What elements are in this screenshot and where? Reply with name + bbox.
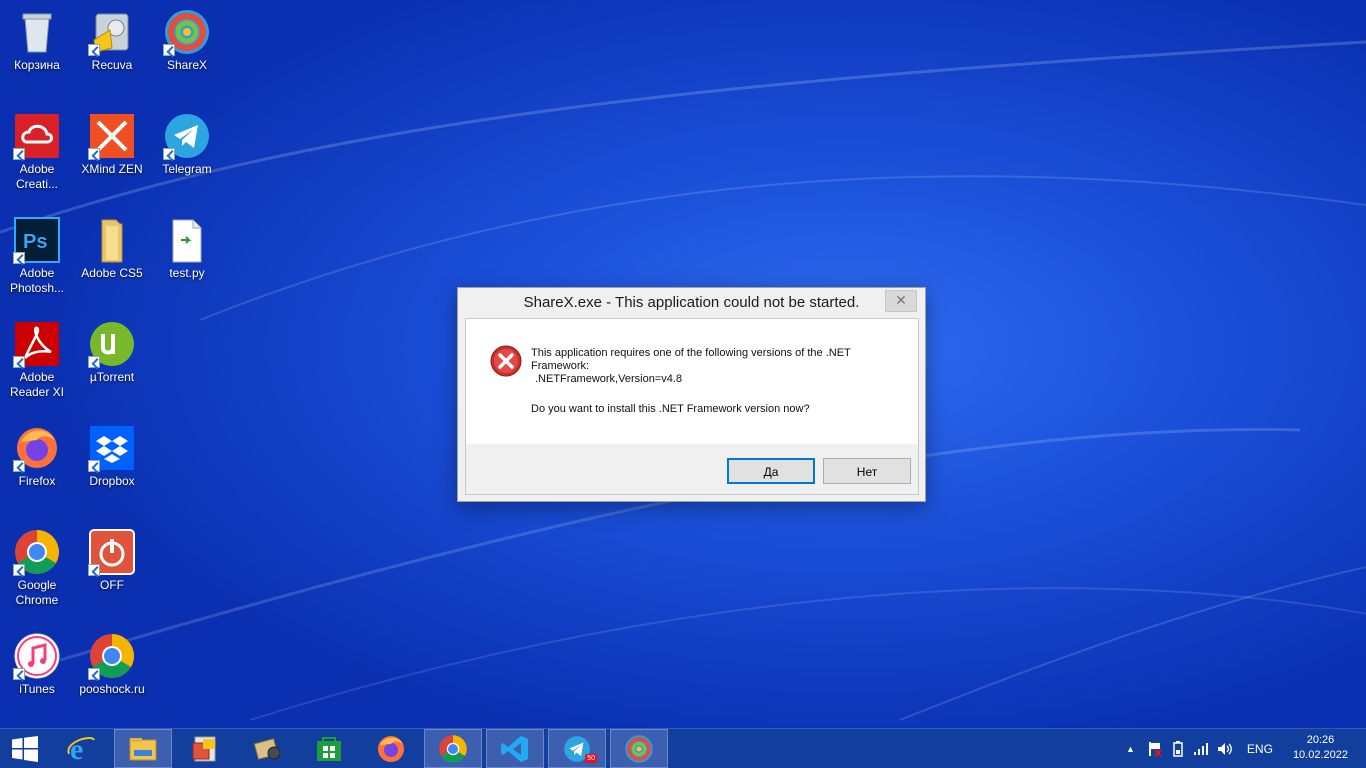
desktop-icon-label: Adobe Reader XI [9, 370, 65, 399]
internet-explorer-icon: e [67, 734, 95, 764]
dropbox-icon [88, 424, 136, 472]
desktop-icon-label: Dropbox [89, 474, 135, 488]
desktop-icon-label: Google Chrome [15, 578, 59, 607]
chrome-icon [439, 734, 467, 763]
network-flag-icon[interactable] [1147, 741, 1163, 757]
firefox-icon [378, 735, 404, 762]
desktop-icon-utorrent[interactable]: µTorrent [75, 320, 149, 385]
adobe-reader-icon [13, 320, 61, 368]
clock-time: 20:26 [1306, 734, 1335, 746]
photoshop-icon: Ps [13, 216, 61, 264]
framework-version: .NETFramework,Version=v4.8 [535, 373, 683, 385]
taskbar-file-explorer[interactable] [114, 729, 172, 768]
error-dialog: ShareX.exe - This application could not … [457, 287, 926, 502]
unread-badge: 50 [585, 754, 597, 763]
film-icon [253, 737, 281, 760]
desktop-icon-label: Корзина [14, 58, 60, 72]
desktop-icon-label: OFF [100, 578, 124, 592]
desktop-icon-adobe-creative-cloud[interactable]: Adobe Creati... [0, 112, 74, 192]
desktop-icon-label: Firefox [18, 474, 56, 488]
sharex-icon [625, 734, 653, 763]
desktop-icon-telegram[interactable]: Telegram [150, 112, 224, 177]
taskbar-firefox[interactable] [362, 729, 420, 768]
taskbar-store[interactable] [300, 729, 358, 768]
dialog-message-area: This application requires one of the fol… [466, 319, 918, 444]
desktop-icon-pooshock[interactable]: pooshock.ru [75, 632, 149, 697]
telegram-icon [163, 112, 211, 160]
dialog-frame: This application requires one of the fol… [465, 318, 919, 495]
sharex-icon [163, 8, 211, 56]
desktop-icon-label: Recuva [91, 58, 133, 72]
battery-icon[interactable] [1171, 740, 1185, 757]
desktop-icon-dropbox[interactable]: Dropbox [75, 424, 149, 489]
taskbar-sharex[interactable] [610, 729, 668, 768]
yes-button[interactable]: Да [727, 458, 815, 484]
desktop-icon-recuva[interactable]: Recuva [75, 8, 149, 73]
clock-date: 10.02.2022 [1292, 749, 1348, 761]
desktop-icon-xmind[interactable]: XMind ZEN [75, 112, 149, 177]
signal-icon[interactable] [1193, 742, 1209, 756]
desktop-icon-itunes[interactable]: iTunes [0, 632, 74, 697]
install-question: Do you want to install this .NET Framewo… [531, 403, 810, 415]
itunes-icon [13, 632, 61, 680]
taskbar: e 50 ▲ ENG 20:26 10.02.2022 [0, 728, 1366, 768]
error-icon [490, 345, 522, 377]
desktop-icon-label: test.py [169, 266, 205, 280]
desktop-icon-label: µTorrent [89, 370, 135, 384]
desktop-icon-label: Adobe Photosh... [9, 266, 65, 295]
taskbar-app-3[interactable] [176, 729, 234, 768]
desktop-icon-label: Adobe Creati... [15, 162, 58, 191]
chrome-icon [13, 528, 61, 576]
adobe-creative-cloud-icon [13, 112, 61, 160]
svg-text:Ps: Ps [23, 231, 47, 253]
chrome-icon [88, 632, 136, 680]
desktop-icon-label: ShareX [166, 58, 208, 72]
start-button[interactable] [0, 729, 50, 768]
volume-icon[interactable] [1217, 742, 1233, 756]
taskbar-chrome[interactable] [424, 729, 482, 768]
message-text: This application requires one of the fol… [531, 347, 851, 372]
python-file-icon [163, 216, 211, 264]
file-explorer-icon [129, 737, 157, 760]
desktop-icon-sharex[interactable]: ShareX [150, 8, 224, 73]
desktop-icon-off[interactable]: OFF [75, 528, 149, 593]
desktop-icon-adobe-reader[interactable]: Adobe Reader XI [0, 320, 74, 400]
xmind-icon [88, 112, 136, 160]
taskbar-telegram[interactable]: 50 [548, 729, 606, 768]
utorrent-icon [88, 320, 136, 368]
taskbar-ie[interactable]: e [52, 729, 110, 768]
clock[interactable]: 20:26 10.02.2022 [1293, 733, 1348, 763]
vscode-icon [501, 735, 528, 762]
dialog-message: This application requires one of the fol… [531, 347, 901, 416]
recuva-icon [88, 8, 136, 56]
desktop-icon-adobe-photoshop[interactable]: Ps Adobe Photosh... [0, 216, 74, 296]
taskbar-media-app[interactable] [238, 729, 296, 768]
desktop-icon-recycle-bin[interactable]: Корзина [0, 8, 74, 73]
dialog-title[interactable]: ShareX.exe - This application could not … [458, 288, 925, 318]
windows-icon [12, 735, 38, 762]
desktop-icon-label: iTunes [19, 682, 55, 696]
desktop-icon-label: pooshock.ru [79, 682, 145, 696]
desktop-icon-label: Adobe CS5 [81, 266, 143, 280]
desktop-icon-google-chrome[interactable]: Google Chrome [0, 528, 74, 608]
store-icon [317, 736, 341, 761]
desktop-icon-firefox[interactable]: Firefox [0, 424, 74, 489]
image-app-icon [192, 736, 216, 761]
show-hidden-icons-icon[interactable]: ▲ [1126, 744, 1135, 754]
close-button[interactable]: ✕ [885, 290, 917, 312]
system-tray: ▲ ENG [1126, 729, 1273, 768]
no-button[interactable]: Нет [823, 458, 911, 484]
taskbar-vscode[interactable] [486, 729, 544, 768]
desktop-icon-label: Telegram [162, 162, 212, 176]
power-off-icon [88, 528, 136, 576]
desktop-icon-test-py[interactable]: test.py [150, 216, 224, 281]
language-indicator[interactable]: ENG [1247, 742, 1273, 756]
firefox-icon [13, 424, 61, 472]
recycle-bin-icon [13, 8, 61, 56]
folder-icon [88, 216, 136, 264]
desktop-icon-label: XMind ZEN [81, 162, 143, 176]
desktop-icon-adobe-cs5[interactable]: Adobe CS5 [75, 216, 149, 281]
